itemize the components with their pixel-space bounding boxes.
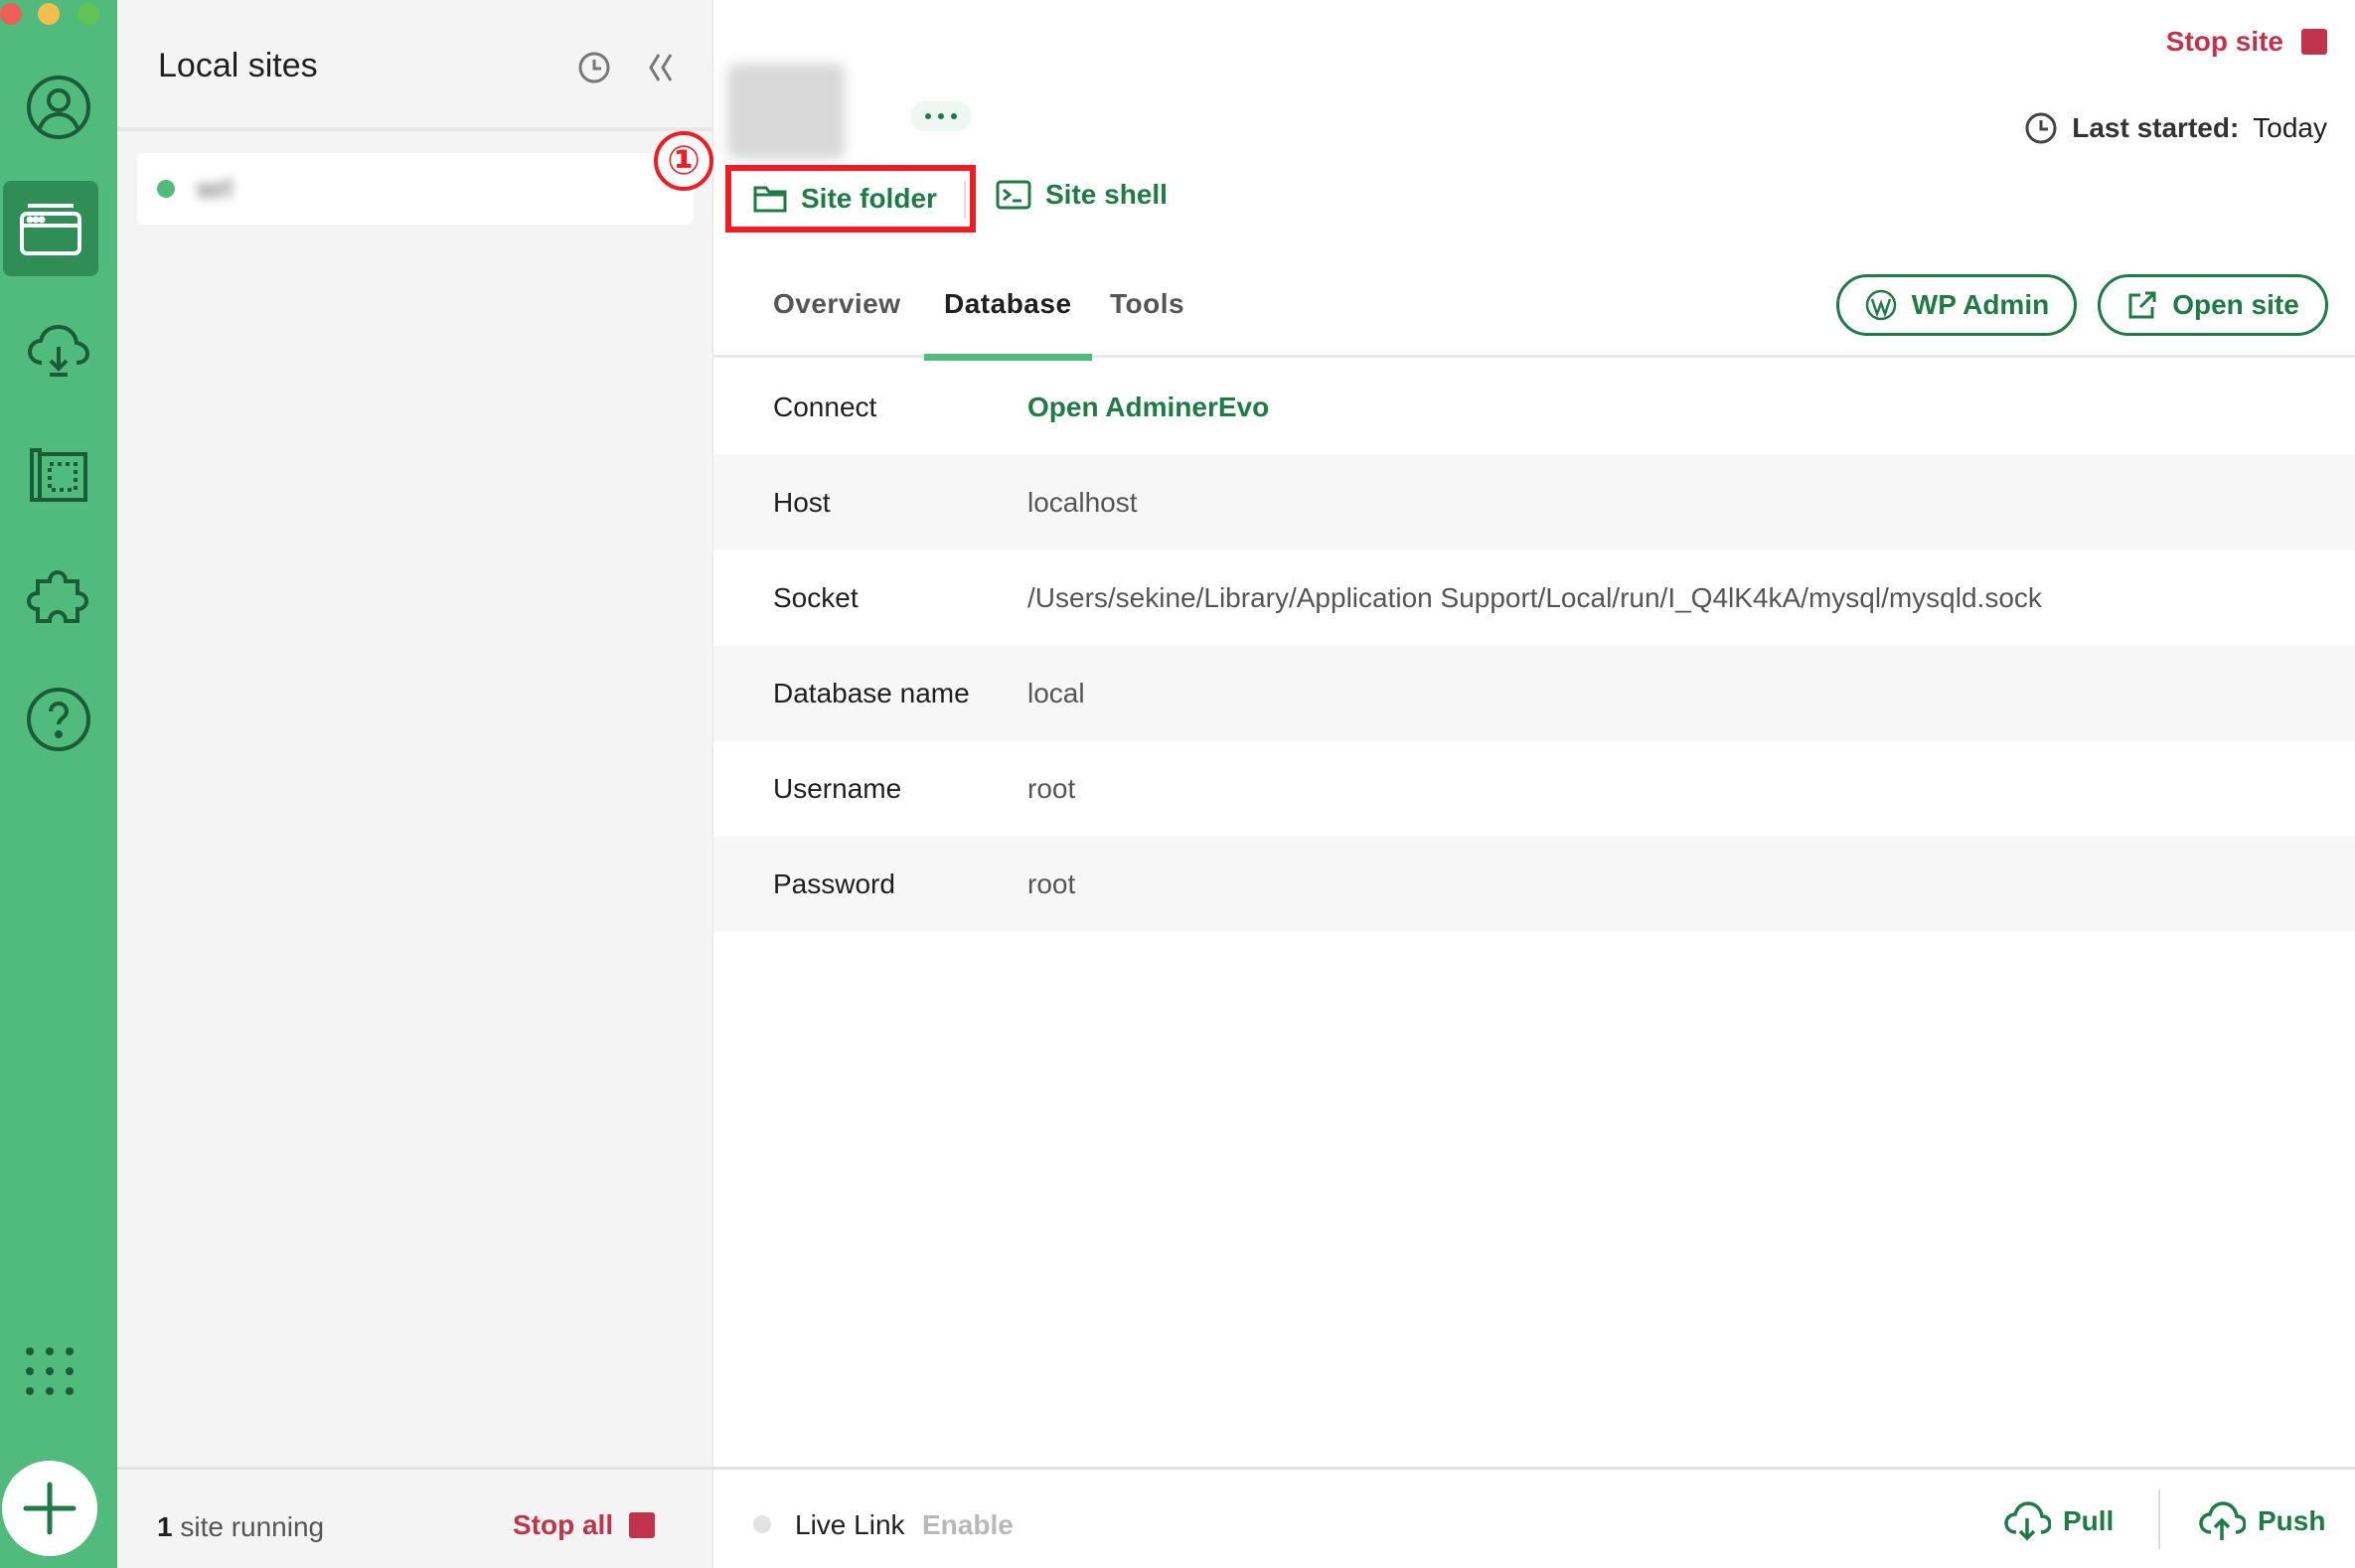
question-circle-icon <box>27 688 90 751</box>
folder-icon <box>753 186 787 213</box>
live-link-enable-button[interactable]: Enable <box>922 1509 1014 1541</box>
open-site-button[interactable]: Open site <box>2098 274 2328 336</box>
collapse-sidebar-button[interactable] <box>640 48 680 87</box>
site-list-item[interactable]: wrl <box>137 153 694 225</box>
row-value: local <box>1027 678 1085 708</box>
sites-sidebar: Local sites wrl 1 site running Stop all <box>117 0 713 1568</box>
sites-running-status: 1 site running <box>157 1511 324 1543</box>
site-detail-panel: Stop site Last started: Today ① Site fol… <box>654 0 2355 1568</box>
sidebar-title: Local sites <box>158 47 318 84</box>
cloud-download-icon <box>2004 1501 2051 1541</box>
row-key: Connect <box>773 392 877 422</box>
external-link-icon <box>2128 291 2156 319</box>
stop-all-button[interactable]: Stop all <box>513 1509 656 1541</box>
wp-admin-button[interactable]: WP Admin <box>1836 274 2077 336</box>
site-folder-label: Site folder <box>801 183 937 214</box>
stop-site-button[interactable]: Stop site <box>2166 26 2327 58</box>
last-started-label: Last started: <box>2072 112 2240 143</box>
puzzle-icon <box>26 569 89 623</box>
pull-label: Pull <box>2063 1505 2115 1536</box>
row-value: localhost <box>1027 487 1138 518</box>
database-info-table: Connect Open AdminerEvo Host localhost S… <box>713 360 2355 932</box>
sidebar-divider <box>117 127 713 131</box>
tab-overview[interactable]: Overview <box>773 288 901 358</box>
sidebar-footer: 1 site running Stop all <box>117 1467 713 1568</box>
user-circle-icon <box>27 76 90 139</box>
row-key: Host <box>773 487 831 518</box>
row-key: Database name <box>773 678 970 708</box>
ellipsis-icon[interactable] <box>910 101 972 131</box>
browser-window-icon <box>20 204 81 255</box>
stop-all-label: Stop all <box>513 1509 614 1540</box>
add-site-button[interactable] <box>2 1461 97 1556</box>
pull-button[interactable]: Pull <box>2003 1497 2114 1545</box>
footer-divider <box>2158 1490 2160 1549</box>
open-site-label: Open site <box>2172 289 2299 320</box>
open-adminer-link[interactable]: Open AdminerEvo <box>1027 392 1269 423</box>
running-count: 1 <box>157 1511 173 1542</box>
table-row: Database name local <box>713 646 2355 741</box>
row-key: Socket <box>773 582 859 613</box>
last-started-value: Today <box>2253 112 2327 143</box>
tab-tools[interactable]: Tools <box>1110 288 1184 358</box>
stop-site-label: Stop site <box>2165 26 2283 57</box>
clock-icon <box>578 52 610 83</box>
site-running-indicator <box>157 180 175 198</box>
window-close-button[interactable] <box>0 3 22 25</box>
rail-account-button[interactable] <box>0 60 117 155</box>
row-key: Password <box>773 868 895 899</box>
plus-icon <box>23 1482 77 1535</box>
app-rail <box>0 0 117 1568</box>
push-button[interactable]: Push <box>2198 1497 2325 1545</box>
wp-admin-label: WP Admin <box>1911 289 2050 320</box>
double-chevron-left-icon <box>649 54 673 81</box>
last-started-info: Last started: Today <box>2024 111 2327 145</box>
grid-dots-icon[interactable] <box>26 1347 74 1395</box>
table-row: Socket /Users/sekine/Library/Application… <box>713 550 2355 646</box>
rail-cloud-button[interactable] <box>0 304 117 399</box>
running-text: site running <box>172 1511 325 1542</box>
tab-database[interactable]: Database <box>924 288 1091 361</box>
table-row: Password root <box>713 837 2355 932</box>
history-button[interactable] <box>574 48 614 87</box>
button-divider <box>964 181 966 219</box>
terminal-icon <box>996 180 1031 210</box>
blueprint-icon <box>30 448 87 502</box>
window-minimize-button[interactable] <box>38 3 60 25</box>
table-row: Host localhost <box>713 455 2355 550</box>
wordpress-icon <box>1865 289 1897 321</box>
live-link-status-indicator <box>753 1515 771 1533</box>
window-zoom-button[interactable] <box>78 3 99 25</box>
stop-square-icon <box>629 1512 656 1538</box>
table-row: Connect Open AdminerEvo <box>713 360 2355 455</box>
live-link-label: Live Link <box>795 1509 905 1540</box>
site-name: wrl <box>197 173 233 204</box>
rail-local-sites-button[interactable] <box>3 181 98 276</box>
annotation-marker: ① <box>654 131 713 191</box>
row-value: /Users/sekine/Library/Application Suppor… <box>1027 582 2042 613</box>
clock-icon <box>2025 112 2057 144</box>
rail-addons-button[interactable] <box>0 549 117 644</box>
site-footer: Live Link Enable Pull Push <box>713 1467 2355 1568</box>
site-shell-label: Site shell <box>1045 179 1168 210</box>
site-thumbnail <box>727 64 845 159</box>
table-row: Username root <box>713 741 2355 837</box>
site-folder-button[interactable]: Site folder <box>725 165 976 233</box>
rail-blueprints-button[interactable] <box>0 427 117 523</box>
site-shell-button[interactable]: Site shell <box>996 175 1168 215</box>
row-key: Username <box>773 773 902 804</box>
cloud-upload-icon <box>2199 1501 2246 1540</box>
row-value: root <box>1027 868 1076 899</box>
cloud-icon <box>27 324 90 377</box>
push-label: Push <box>2258 1505 2326 1536</box>
stop-square-icon <box>2301 29 2327 55</box>
row-value: root <box>1027 773 1076 804</box>
rail-help-button[interactable] <box>0 672 117 767</box>
